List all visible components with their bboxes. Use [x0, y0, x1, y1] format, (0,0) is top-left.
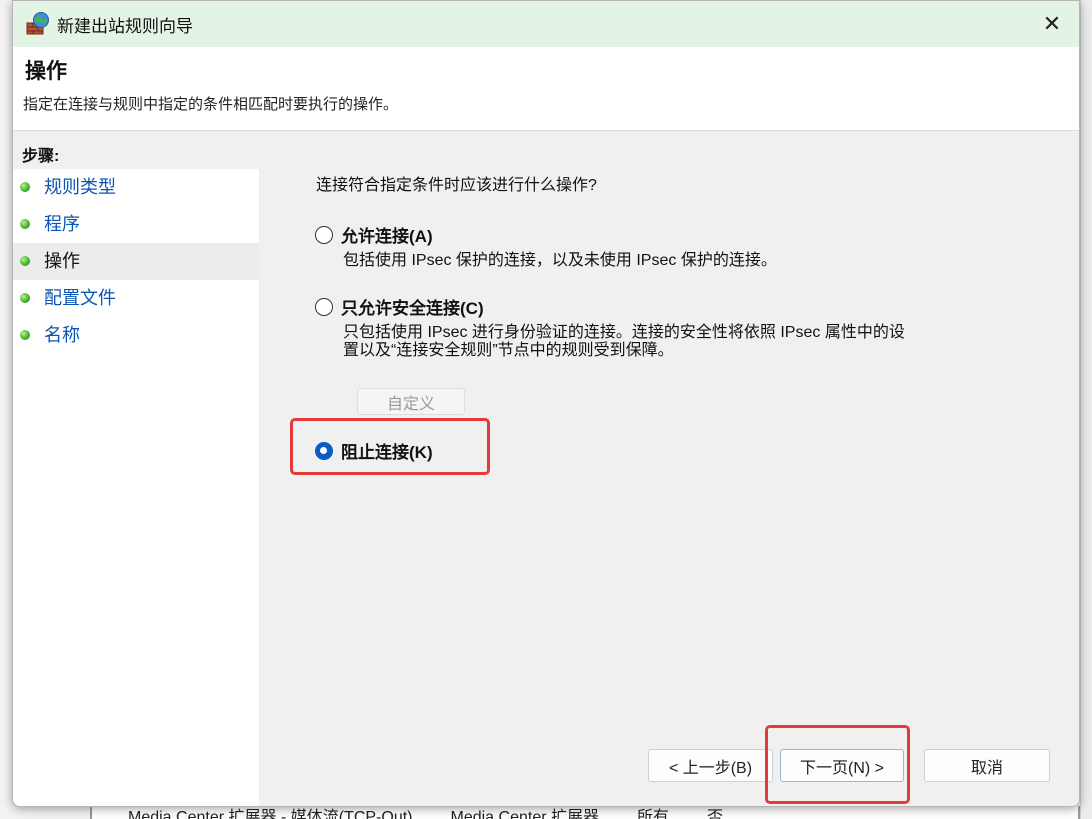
allow-secure-connection-option[interactable]: 只允许安全连接(C) — [315, 294, 484, 319]
highlight-annotation — [290, 418, 490, 475]
sidebar-item-label: 名称 — [44, 325, 80, 345]
cancel-button[interactable]: 取消 — [924, 749, 1050, 782]
background-window-edge — [1080, 0, 1092, 819]
new-outbound-rule-wizard: 新建出站规则向导 ✕ 操作 指定在连接与规则中指定的条件相匹配时要执行的操作。 … — [12, 0, 1080, 807]
sidebar-item-program[interactable]: 程序 — [13, 206, 259, 243]
action-question: 连接符合指定条件时应该进行什么操作? — [316, 177, 597, 194]
allow-secure-connection-radio[interactable] — [315, 297, 333, 316]
customize-button: 自定义 — [357, 388, 465, 415]
step-status-icon — [20, 293, 30, 303]
steps-sidebar: 步骤: 规则类型 程序 操作 配置文件 名称 — [13, 135, 259, 806]
step-status-icon — [20, 330, 30, 340]
sidebar-item-profile[interactable]: 配置文件 — [13, 280, 259, 317]
background-cell: 否 — [707, 809, 724, 819]
background-table-row: Media Center 扩展器 - 媒体流(TCP-Out) Media Cen… — [90, 806, 1080, 819]
highlight-annotation — [765, 725, 910, 804]
description-line: 置以及“连接安全规则”节点中的规则受到保障。 — [343, 342, 674, 359]
sidebar-item-rule-type[interactable]: 规则类型 — [13, 169, 259, 206]
firewall-globe-icon — [26, 12, 49, 35]
sidebar-item-label: 规则类型 — [44, 177, 116, 197]
back-button[interactable]: < 上一步(B) — [648, 749, 773, 782]
option-label: 允许连接(A) — [341, 227, 433, 246]
step-status-icon — [20, 256, 30, 266]
close-button[interactable]: ✕ — [1035, 7, 1069, 41]
sidebar-item-action: 操作 — [13, 243, 259, 280]
option-label: 只允许安全连接(C) — [341, 299, 484, 318]
sidebar-item-label: 程序 — [44, 214, 80, 234]
step-status-icon — [20, 219, 30, 229]
page-title: 操作 — [25, 60, 67, 83]
allow-secure-connection-description: 只包括使用 IPsec 进行身份验证的连接。连接的安全性将依照 IPsec 属性… — [343, 324, 1003, 360]
background-cell: Media Center 扩展器 — [450, 809, 600, 819]
page-description: 指定在连接与规则中指定的条件相匹配时要执行的操作。 — [23, 96, 399, 113]
description-line: 只包括使用 IPsec 进行身份验证的连接。连接的安全性将依照 IPsec 属性… — [343, 324, 905, 341]
title-bar[interactable]: 新建出站规则向导 ✕ — [13, 1, 1079, 47]
step-status-icon — [20, 182, 30, 192]
wizard-header: 操作 指定在连接与规则中指定的条件相匹配时要执行的操作。 — [13, 47, 1079, 131]
background-cell: Media Center 扩展器 - 媒体流(TCP-Out) — [128, 809, 413, 819]
background-cell: 所有 — [637, 809, 670, 819]
close-icon: ✕ — [1042, 11, 1062, 36]
window-title: 新建出站规则向导 — [57, 16, 193, 36]
allow-connection-radio[interactable] — [315, 225, 333, 244]
sidebar-item-name[interactable]: 名称 — [13, 317, 259, 354]
allow-connection-description: 包括使用 IPsec 保护的连接，以及未使用 IPsec 保护的连接。 — [343, 252, 777, 269]
sidebar-item-label: 操作 — [44, 251, 80, 271]
main-content: 连接符合指定条件时应该进行什么操作? 允许连接(A) 包括使用 IPsec 保护… — [263, 135, 1079, 806]
allow-connection-option[interactable]: 允许连接(A) — [315, 222, 433, 247]
sidebar-item-label: 配置文件 — [44, 288, 116, 308]
steps-heading: 步骤: — [13, 135, 259, 169]
